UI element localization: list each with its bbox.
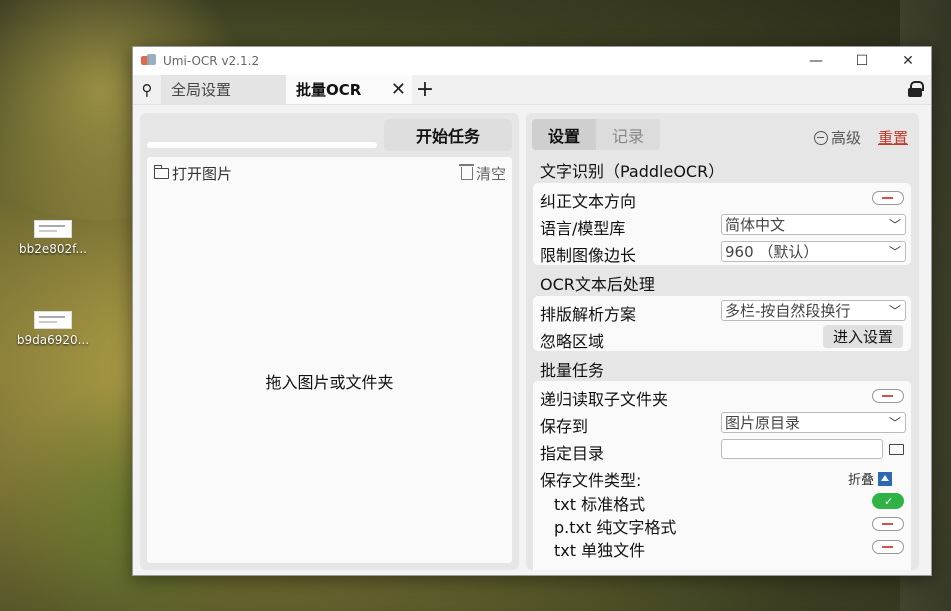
ptxt-switch[interactable] xyxy=(872,517,904,531)
pin-icon[interactable]: ⚲ xyxy=(133,75,161,104)
limit-side-value: 960 （默认） xyxy=(725,243,819,261)
recursive-label: 递归读取子文件夹 xyxy=(540,390,669,409)
correct-direction-label: 纠正文本方向 xyxy=(540,192,637,211)
enter-settings-button[interactable]: 进入设置 xyxy=(823,325,903,348)
tab-label: 全局设置 xyxy=(171,81,232,99)
clear-button[interactable]: 清空 xyxy=(458,163,506,184)
add-tab-button[interactable]: + xyxy=(412,75,438,104)
advanced-toggle[interactable]: 高级 xyxy=(814,127,861,148)
txt-single-switch[interactable] xyxy=(872,540,904,554)
language-label: 语言/模型库 xyxy=(540,219,626,238)
save-to-select[interactable]: 图片原目录 ﹀ xyxy=(721,412,906,433)
open-images-label: 打开图片 xyxy=(172,165,233,183)
layout-select[interactable]: 多栏-按自然段换行 ﹀ xyxy=(721,300,906,321)
maximize-button[interactable]: ☐ xyxy=(839,47,885,75)
title-bar[interactable]: Umi-OCR v2.1.2 — ☐ ✕ xyxy=(133,47,931,75)
save-to-value: 图片原目录 xyxy=(725,414,801,432)
desktop-file-label: b9da6920... xyxy=(16,333,90,347)
file-types-label: 保存文件类型: xyxy=(540,471,642,490)
clear-label: 清空 xyxy=(475,165,506,183)
image-drop-area[interactable]: 打开图片 清空 拖入图片或文件夹 xyxy=(147,157,512,563)
desktop-file-icon-2[interactable]: b9da6920... xyxy=(8,311,98,347)
txt-standard-switch[interactable]: ✓ xyxy=(872,493,904,509)
chevron-down-icon: ﹀ xyxy=(888,218,901,232)
task-panel: 开始任务 打开图片 清空 拖入图片或文件夹 xyxy=(140,113,519,570)
tab-label: 批量OCR xyxy=(296,81,362,99)
drop-hint: 拖入图片或文件夹 xyxy=(265,373,394,392)
layout-label: 排版解析方案 xyxy=(540,305,637,324)
folder-icon xyxy=(154,165,169,179)
tab-records[interactable]: 记录 xyxy=(596,119,660,150)
section-title-ocr: 文字识别（PaddleOCR） xyxy=(540,162,725,181)
language-select[interactable]: 简体中文 ﹀ xyxy=(721,214,906,235)
save-to-label: 保存到 xyxy=(540,417,589,436)
umi-ocr-window: Umi-OCR v2.1.2 — ☐ ✕ ⚲ 全局设置 批量OCR ✕ + 开始… xyxy=(132,46,932,576)
app-logo-icon xyxy=(141,54,157,68)
file-thumbnail-icon xyxy=(34,311,72,329)
language-value: 简体中文 xyxy=(725,216,786,234)
minimize-button[interactable]: — xyxy=(793,47,839,75)
tab-settings[interactable]: 设置 xyxy=(532,119,596,150)
advanced-label: 高级 xyxy=(831,129,862,147)
start-task-button[interactable]: 开始任务 xyxy=(384,119,512,151)
tab-bar: ⚲ 全局设置 批量OCR ✕ + xyxy=(133,75,931,105)
desktop-file-label: bb2e802f... xyxy=(19,242,87,256)
settings-panel: 设置 记录 高级 重置 文字识别（PaddleOCR） 纠正文本方向 语言/模型… xyxy=(526,113,919,570)
tab-global-settings[interactable]: 全局设置 xyxy=(161,75,286,104)
progress-bar xyxy=(147,142,377,148)
ptxt-label: p.txt 纯文字格式 xyxy=(554,518,677,537)
ignore-area-label: 忽略区域 xyxy=(540,332,605,351)
window-title: Umi-OCR v2.1.2 xyxy=(163,54,260,68)
section-title-post: OCR文本后处理 xyxy=(540,275,655,294)
chevron-down-icon: ﹀ xyxy=(888,416,901,430)
lock-icon[interactable] xyxy=(907,81,924,97)
file-thumbnail-icon xyxy=(34,220,72,238)
section-title-batch: 批量任务 xyxy=(540,361,605,380)
checkmark-icon: ✓ xyxy=(884,495,894,508)
collapse-up-icon xyxy=(878,471,893,486)
reset-link[interactable]: 重置 xyxy=(878,127,908,148)
txt-standard-label: txt 标准格式 xyxy=(554,495,646,514)
fold-label: 折叠 xyxy=(848,473,875,488)
open-images-button[interactable]: 打开图片 xyxy=(154,163,232,184)
post-settings-group: 排版解析方案 多栏-按自然段换行 ﹀ 忽略区域 进入设置 xyxy=(533,296,911,351)
desktop-file-icon-1[interactable]: bb2e802f... xyxy=(8,220,98,256)
minus-circle-icon xyxy=(814,130,828,145)
limit-side-label: 限制图像边长 xyxy=(540,246,637,265)
correct-direction-switch[interactable] xyxy=(872,191,904,205)
recursive-switch[interactable] xyxy=(872,389,904,403)
target-dir-label: 指定目录 xyxy=(540,444,605,463)
layout-value: 多栏-按自然段换行 xyxy=(725,302,851,320)
folder-icon[interactable] xyxy=(889,444,904,455)
ocr-settings-group: 纠正文本方向 语言/模型库 简体中文 ﹀ 限制图像边长 960 （默认） ﹀ xyxy=(533,183,911,265)
fold-toggle[interactable]: 折叠 xyxy=(848,469,893,488)
close-tab-icon[interactable]: ✕ xyxy=(391,79,406,100)
chevron-down-icon: ﹀ xyxy=(888,245,901,259)
limit-side-select[interactable]: 960 （默认） ﹀ xyxy=(721,241,906,262)
batch-settings-group: 递归读取子文件夹 保存到 图片原目录 ﹀ 指定目录 保存文件类型: 折叠 txt… xyxy=(533,381,911,570)
close-button[interactable]: ✕ xyxy=(885,47,931,75)
txt-single-label: txt 单独文件 xyxy=(554,541,646,560)
trash-icon xyxy=(458,164,474,180)
target-dir-input[interactable] xyxy=(721,439,883,459)
tab-batch-ocr[interactable]: 批量OCR ✕ xyxy=(286,75,412,104)
chevron-down-icon: ﹀ xyxy=(888,304,901,318)
